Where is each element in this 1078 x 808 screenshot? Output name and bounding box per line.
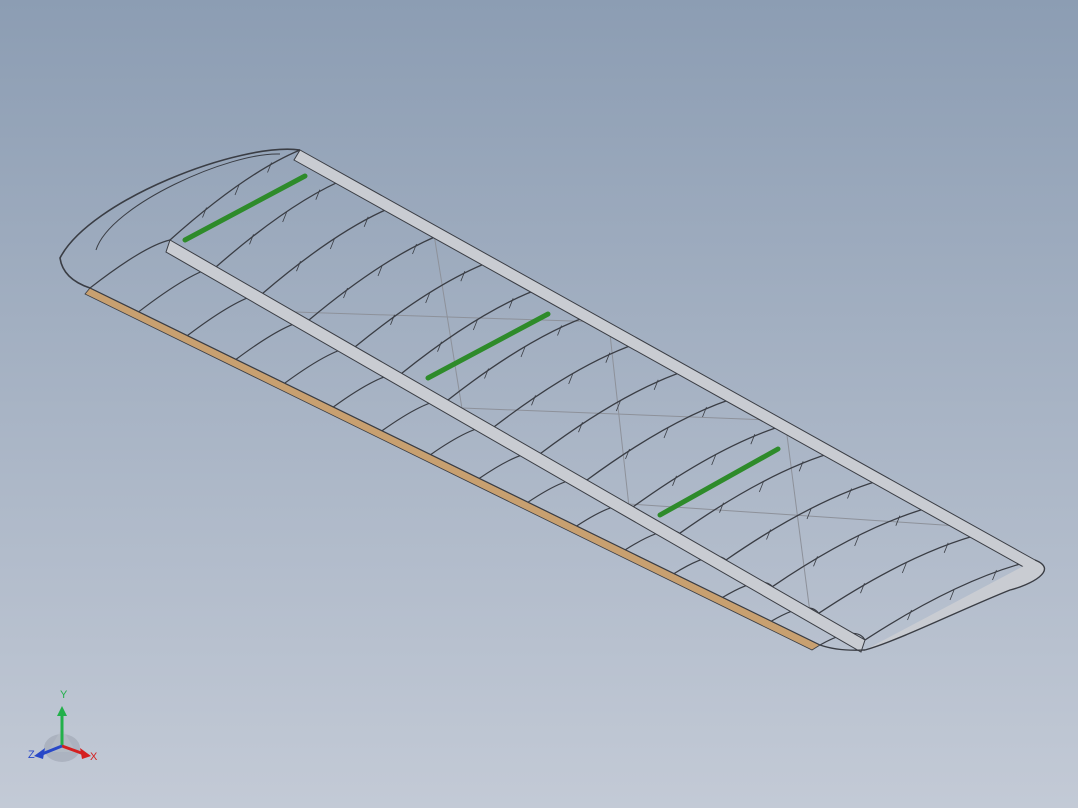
graphics-viewport[interactable]: Y X Z (0, 0, 1078, 808)
y-axis-head-icon (57, 706, 67, 716)
y-axis-label: Y (60, 689, 68, 701)
viewport-background (0, 0, 1078, 808)
wing-frame-model[interactable] (0, 0, 1078, 808)
view-triad[interactable]: Y X Z (24, 690, 108, 774)
x-axis-label: X (90, 751, 98, 763)
z-axis-label: Z (28, 749, 35, 761)
z-axis-head-icon (34, 748, 45, 759)
